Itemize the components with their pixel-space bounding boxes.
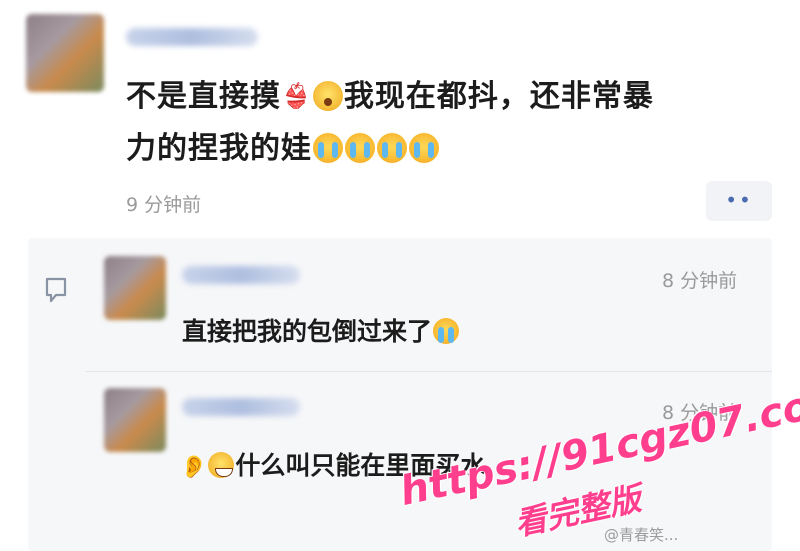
reply-author-avatar[interactable] [104, 388, 166, 452]
crying-face-emoji-icon [313, 133, 343, 163]
post-text-part3: 力的捏我的娃 [126, 131, 312, 166]
ear-emoji-icon: 👂 [180, 455, 208, 480]
reply-text: 直接把我的包倒过来了 [182, 312, 460, 348]
crying-face-emoji-icon [345, 133, 375, 163]
grinning-face-emoji-icon [208, 452, 235, 478]
post-timestamp: 9 分钟前 [126, 194, 202, 216]
post-author-avatar[interactable] [26, 14, 104, 92]
post-text: 不是直接摸👙 我现在都抖，还非常暴 力的捏我的娃 [126, 70, 766, 175]
reply-author-name-blurred[interactable] [182, 266, 300, 284]
reply-author-avatar[interactable] [104, 256, 166, 320]
crying-face-emoji-icon [433, 318, 460, 344]
crying-face-emoji-icon [377, 133, 407, 163]
reply-bubble-icon[interactable] [44, 276, 70, 306]
post-text-part1: 不是直接摸 [126, 79, 281, 114]
post-author-name-blurred[interactable] [126, 28, 258, 46]
reply-timestamp: 8 分钟前 [662, 270, 738, 292]
bikini-emoji-icon: 👙 [281, 82, 312, 110]
crying-face-emoji-icon [409, 133, 439, 163]
shocked-face-emoji-icon [312, 81, 343, 111]
post-text-part2: 我现在都抖，还非常暴 [343, 79, 654, 114]
reply-author-name-blurred[interactable] [182, 398, 300, 416]
image-credit: @青春笑... [604, 526, 679, 544]
reply-divider [86, 371, 772, 372]
more-options-button[interactable]: •• [706, 181, 772, 221]
